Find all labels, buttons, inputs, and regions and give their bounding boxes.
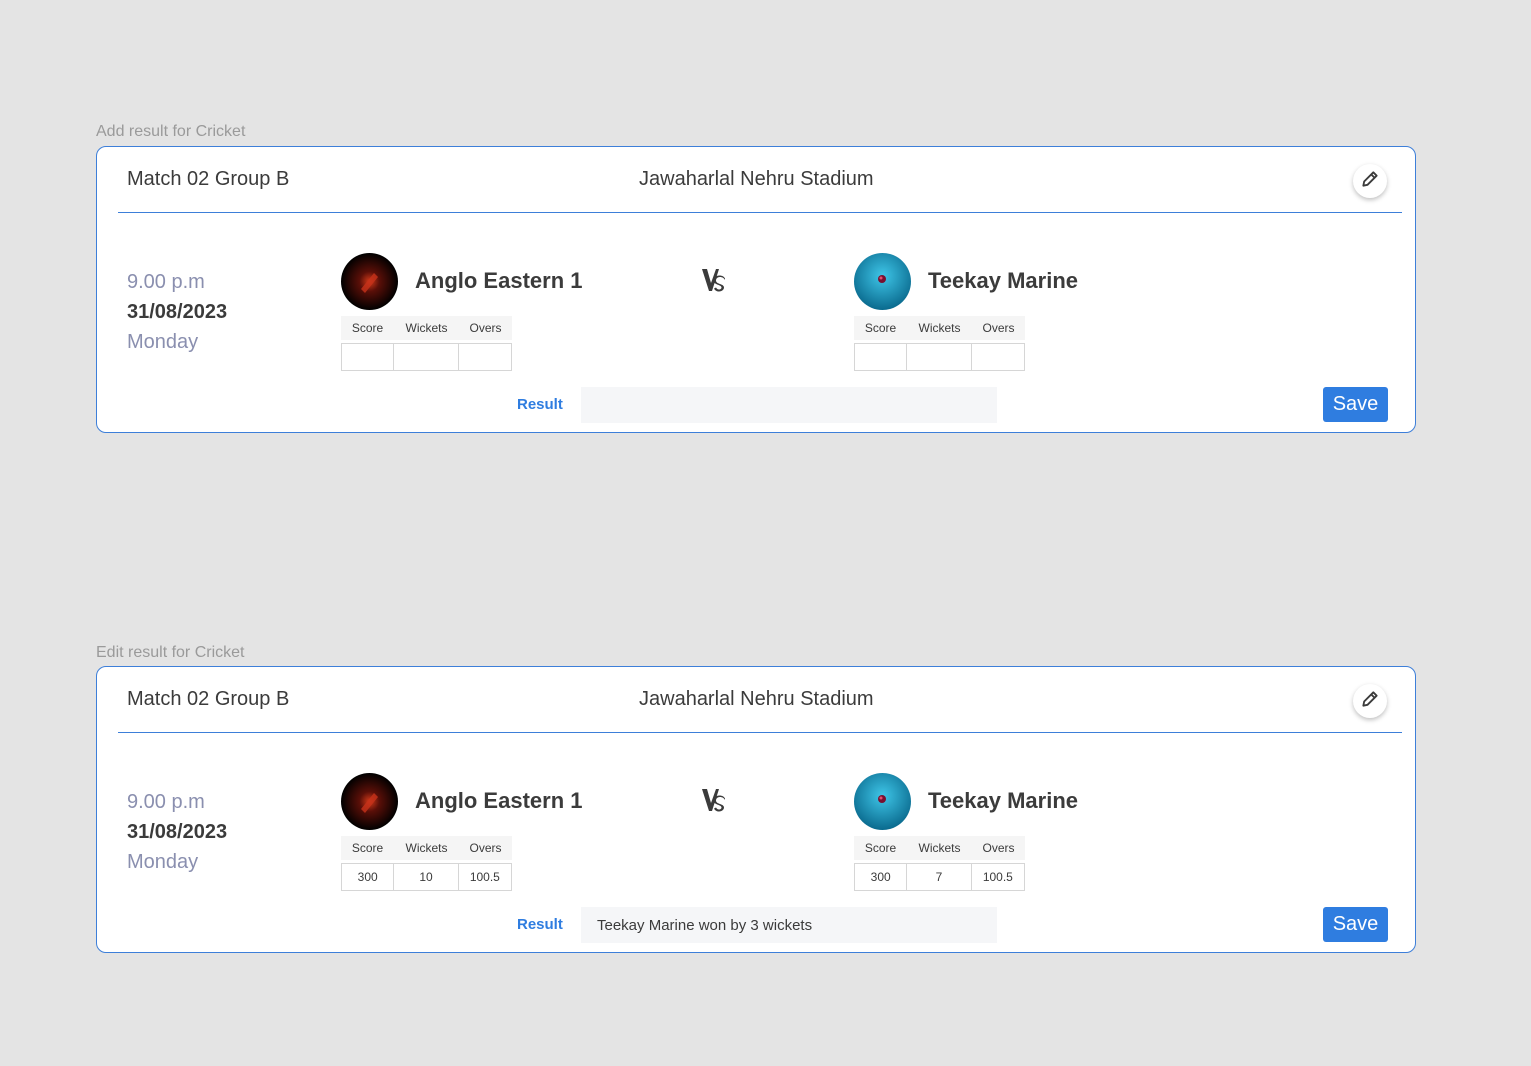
match-name: Match 02 Group B — [127, 688, 290, 710]
edit-button[interactable] — [1353, 684, 1387, 718]
pencil-icon — [1360, 689, 1380, 714]
team1-stat-inputs — [341, 343, 512, 371]
score-header: Score — [351, 321, 384, 335]
score-header: Score — [351, 841, 384, 855]
overs-header: Overs — [982, 841, 1015, 855]
team2-overs-input[interactable] — [972, 344, 1024, 370]
match-date: 31/08/2023 — [127, 301, 228, 323]
result-label: Result — [517, 916, 563, 933]
match-time: 9.00 p.m — [127, 271, 205, 293]
pencil-icon — [1360, 169, 1380, 194]
team2-score-input[interactable] — [855, 344, 908, 370]
anglo-eastern-logo — [341, 773, 398, 830]
result-input[interactable] — [581, 387, 997, 423]
team1-name: Anglo Eastern 1 — [415, 268, 583, 293]
wickets-header: Wickets — [918, 841, 961, 855]
team1-overs-input[interactable] — [459, 344, 511, 370]
match-time: 9.00 p.m — [127, 791, 205, 813]
header-divider — [118, 212, 1402, 213]
anglo-eastern-logo — [341, 253, 398, 310]
team2-name: Teekay Marine — [928, 268, 1079, 293]
add-section-label: Add result for Cricket — [96, 123, 246, 140]
edit-result-card: Match 02 Group B Jawaharlal Nehru Stadiu… — [96, 666, 1416, 953]
team1-stat-headers: Score Wickets Overs — [341, 836, 512, 860]
save-button[interactable]: Save — [1323, 907, 1388, 942]
team1-stat-inputs: 300 10 100.5 — [341, 863, 512, 891]
wickets-header: Wickets — [405, 321, 448, 335]
result-label: Result — [517, 396, 563, 413]
overs-header: Overs — [469, 321, 502, 335]
team2-stat-inputs — [854, 343, 1025, 371]
team2-score-input[interactable]: 300 — [855, 864, 908, 890]
save-button[interactable]: Save — [1323, 387, 1388, 422]
match-name: Match 02 Group B — [127, 168, 290, 190]
score-header: Score — [864, 321, 897, 335]
overs-header: Overs — [469, 841, 502, 855]
team2-overs-input[interactable]: 100.5 — [972, 864, 1024, 890]
vs-icon — [701, 267, 727, 300]
team2-stat-headers: Score Wickets Overs — [854, 836, 1025, 860]
teekay-marine-logo — [854, 773, 911, 830]
team2-stat-inputs: 300 7 100.5 — [854, 863, 1025, 891]
overs-header: Overs — [982, 321, 1015, 335]
team1-wickets-input[interactable] — [394, 344, 459, 370]
match-day: Monday — [127, 331, 199, 353]
match-day: Monday — [127, 851, 199, 873]
team1-wickets-input[interactable]: 10 — [394, 864, 459, 890]
header-divider — [118, 732, 1402, 733]
team1-stat-headers: Score Wickets Overs — [341, 316, 512, 340]
team1-name: Anglo Eastern 1 — [415, 788, 583, 813]
wickets-header: Wickets — [918, 321, 961, 335]
edit-button[interactable] — [1353, 164, 1387, 198]
team2-stat-headers: Score Wickets Overs — [854, 316, 1025, 340]
team1-score-input[interactable] — [342, 344, 395, 370]
team1-score-input[interactable]: 300 — [342, 864, 395, 890]
team2-name: Teekay Marine — [928, 788, 1079, 813]
venue: Jawaharlal Nehru Stadium — [639, 688, 874, 710]
edit-section-label: Edit result for Cricket — [96, 644, 245, 661]
teekay-marine-logo — [854, 253, 911, 310]
venue: Jawaharlal Nehru Stadium — [639, 168, 874, 190]
team1-overs-input[interactable]: 100.5 — [459, 864, 511, 890]
add-result-card: Match 02 Group B Jawaharlal Nehru Stadiu… — [96, 146, 1416, 433]
team2-wickets-input[interactable] — [907, 344, 972, 370]
wickets-header: Wickets — [405, 841, 448, 855]
score-header: Score — [864, 841, 897, 855]
vs-icon — [701, 787, 727, 820]
match-date: 31/08/2023 — [127, 821, 228, 843]
result-input[interactable]: Teekay Marine won by 3 wickets — [581, 907, 997, 943]
team2-wickets-input[interactable]: 7 — [907, 864, 972, 890]
